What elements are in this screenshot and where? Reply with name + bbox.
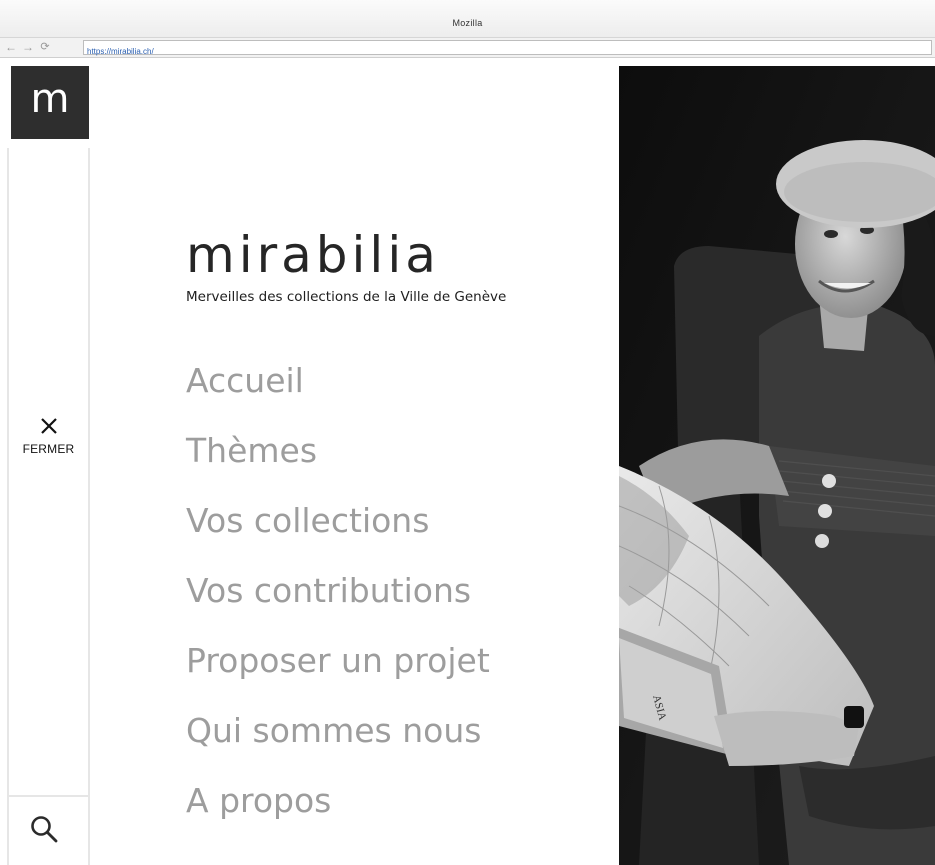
nav-link-qui-sommes-nous[interactable]: Qui sommes nous [186, 708, 490, 754]
hero-photo-illustration: ASIA [619, 66, 935, 865]
nav-link-themes[interactable]: Thèmes [186, 428, 490, 474]
nav-item: Accueil [186, 358, 490, 428]
logo-letter: m [30, 75, 70, 122]
hero-photo: ASIA [619, 66, 935, 865]
nav-item: Vos contributions [186, 568, 490, 638]
address-bar[interactable] [83, 40, 932, 58]
site-logo[interactable]: m [11, 66, 89, 139]
nav-item: Vos collections [186, 498, 490, 568]
page-content: m FERMER mirabilia Merveilles des collec… [0, 66, 935, 865]
close-icon [40, 418, 57, 434]
nav-link-vos-collections[interactable]: Vos collections [186, 498, 490, 544]
search-button[interactable] [27, 812, 63, 848]
nav-item: Proposer un projet [186, 638, 490, 708]
brand-name: mirabilia [186, 226, 440, 284]
browser-title-bar: Mozilla [0, 0, 935, 38]
browser-toolbar: ← → ⟳ [0, 38, 935, 58]
nav-list: Accueil Thèmes Vos collections Vos contr… [186, 358, 490, 848]
nav-item: Qui sommes nous [186, 708, 490, 778]
brand-tagline: Merveilles des collections de la Ville d… [186, 289, 507, 305]
close-label: FERMER [22, 442, 75, 456]
nav-item: A propos [186, 778, 490, 848]
nav-link-a-propos[interactable]: A propos [186, 778, 490, 824]
arrow-left-icon[interactable]: ← [4, 40, 18, 54]
nav-link-proposer-un-projet[interactable]: Proposer un projet [186, 638, 490, 684]
arrow-right-icon[interactable]: → [21, 40, 35, 54]
window-title: Mozilla [452, 18, 483, 28]
nav-item: Thèmes [186, 428, 490, 498]
sidebar: FERMER [7, 148, 90, 865]
sidebar-divider [9, 795, 88, 797]
search-icon [31, 816, 58, 843]
nav-link-vos-contributions[interactable]: Vos contributions [186, 568, 490, 614]
reload-icon[interactable]: ⟳ [38, 40, 52, 54]
nav-link-accueil[interactable]: Accueil [186, 358, 490, 404]
close-menu-button[interactable]: FERMER [9, 416, 88, 456]
url-input[interactable] [84, 45, 931, 58]
